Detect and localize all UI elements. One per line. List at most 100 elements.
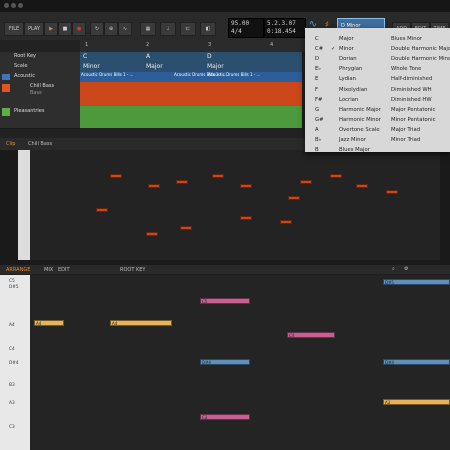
midi-note[interactable]	[240, 216, 252, 220]
chill-bass-clip[interactable]	[80, 82, 302, 106]
menu-item-mode[interactable]: Minor	[339, 46, 354, 52]
position-display[interactable]: 5.2.3.07 0:18.454	[264, 18, 306, 38]
clip-label: Acoustic Drums Bills 1 - ...	[81, 72, 134, 77]
menu-item-mode[interactable]: Overtone Scale	[339, 127, 380, 133]
menu-item-root[interactable]: F#	[315, 97, 323, 103]
root-cell: A	[146, 53, 151, 60]
track-name: Pleasantries	[14, 108, 45, 114]
file-button[interactable]: FILE	[4, 22, 24, 36]
menu-item-mode[interactable]: Minor Triad	[391, 137, 420, 143]
menu-item-mode[interactable]: Harmonic Major	[339, 107, 381, 113]
play-menu-button[interactable]: PLAY	[24, 22, 44, 36]
track-header-pleasantries[interactable]: Pleasantries	[0, 106, 80, 129]
key-label: A4	[9, 323, 15, 328]
loop-icon[interactable]: ↻	[90, 22, 104, 36]
midi-note[interactable]: A3	[383, 399, 450, 405]
menu-item-mode[interactable]: Mixolydian	[339, 87, 367, 93]
punch-icon[interactable]: ⊏	[180, 22, 196, 36]
menu-item-root[interactable]: G#	[315, 117, 324, 123]
menu-item-mode[interactable]: Minor Pentatonic	[391, 117, 436, 123]
menu-item-root[interactable]: C	[315, 36, 319, 42]
mini-keyboard[interactable]	[18, 150, 30, 260]
minimize-window-icon[interactable]	[11, 3, 16, 8]
menu-item-root[interactable]: B♭	[315, 137, 321, 143]
menu-item-mode[interactable]: Jazz Minor	[339, 137, 366, 143]
root-key-lane[interactable]: C A D	[80, 52, 302, 62]
menu-item-root[interactable]: D	[315, 56, 319, 62]
midi-note[interactable]	[356, 184, 368, 188]
tab-edit[interactable]: EDIT	[58, 267, 70, 273]
root-cell: C	[83, 53, 88, 60]
menu-item-mode[interactable]: Diminished HW	[391, 97, 432, 103]
menu-item-root[interactable]: F	[315, 87, 318, 93]
scale-lane[interactable]: Minor Major Major	[80, 62, 302, 72]
midi-note[interactable]: D#5	[383, 279, 450, 285]
piano-roll-grid[interactable]	[30, 150, 440, 260]
menu-item-mode[interactable]: Lydian	[339, 76, 356, 82]
menu-item-root[interactable]: C#	[315, 46, 323, 52]
midi-note[interactable]	[212, 174, 224, 178]
tab-arrange[interactable]: ARRANGE	[6, 267, 30, 273]
midi-note[interactable]	[330, 174, 342, 178]
midi-note[interactable]: C3	[200, 414, 250, 420]
overdub-icon[interactable]: ⊕	[104, 22, 118, 36]
midi-note[interactable]	[300, 180, 312, 184]
automation-icon[interactable]: ∿	[118, 22, 132, 36]
menu-item-root[interactable]: A	[315, 127, 319, 133]
menu-item-mode[interactable]: Half-diminished	[391, 76, 432, 82]
menu-item-root[interactable]: E	[315, 76, 318, 82]
record-icon[interactable]: ●	[72, 22, 86, 36]
menu-item-root[interactable]: E♭	[315, 66, 321, 72]
menu-item-mode[interactable]: Double Harmonic Minor	[391, 56, 450, 62]
midi-note[interactable]	[280, 220, 292, 224]
menu-item-mode[interactable]: Double Harmonic Major	[391, 46, 450, 52]
midi-note[interactable]	[96, 208, 108, 212]
close-window-icon[interactable]	[4, 3, 9, 8]
midi-note[interactable]	[180, 226, 192, 230]
menu-item-mode[interactable]: Major Triad	[391, 127, 420, 133]
midi-note[interactable]	[288, 196, 300, 200]
fill-icon[interactable]: ◧	[200, 22, 216, 36]
menu-item-mode[interactable]: Blues Major	[339, 147, 370, 153]
midi-note[interactable]: C4	[287, 332, 335, 338]
menu-item-mode[interactable]: Locrian	[339, 97, 358, 103]
midi-note[interactable]: A4	[110, 320, 172, 326]
menu-item-mode[interactable]: Phrygian	[339, 66, 362, 72]
menu-item-root[interactable]: B	[315, 147, 319, 153]
pleasantries-clip[interactable]	[80, 106, 302, 128]
acoustic-clip[interactable]: Acoustic Drums Bills 1 - ... Acoustic Dr…	[80, 72, 302, 82]
root-cell: D	[207, 53, 212, 60]
editor-tab[interactable]: Clip	[6, 141, 15, 147]
stop-icon[interactable]: ■	[58, 22, 72, 36]
maximize-window-icon[interactable]	[18, 3, 23, 8]
midi-note[interactable]: D#4	[200, 359, 250, 365]
midi-note[interactable]	[176, 180, 188, 184]
track-header-chill-bass[interactable]: Chill Bass Bass	[0, 82, 80, 107]
menu-item-mode[interactable]: Major Pentatonic	[391, 107, 435, 113]
menu-item-mode[interactable]: Major	[339, 36, 354, 42]
metronome-icon[interactable]: ♩	[160, 22, 176, 36]
menu-item-mode[interactable]: Diminished WH	[391, 87, 432, 93]
midi-note[interactable]	[148, 184, 160, 188]
menu-item-root[interactable]: G	[315, 107, 319, 113]
grid-icon[interactable]: ▦	[140, 22, 156, 36]
keys-icon	[2, 108, 10, 116]
midi-note[interactable]: D#4	[383, 359, 450, 365]
menu-item-mode[interactable]: Harmonic Minor	[339, 117, 381, 123]
midi-note[interactable]: C5	[200, 298, 250, 304]
midi-note[interactable]	[146, 232, 158, 236]
synth-icon	[2, 84, 10, 92]
settings-icon[interactable]: ⚙	[404, 266, 408, 272]
play-icon[interactable]: ▶	[44, 22, 58, 36]
midi-note[interactable]	[240, 184, 252, 188]
menu-item-mode[interactable]: Dorian	[339, 56, 357, 62]
tempo-display[interactable]: 95.00 4/4	[228, 18, 264, 38]
checkmark-icon: ✓	[331, 46, 336, 53]
midi-note[interactable]: A4	[34, 320, 64, 326]
midi-note[interactable]	[110, 174, 122, 178]
menu-item-mode[interactable]: Blues Minor	[391, 36, 422, 42]
search-icon[interactable]: ⌕	[392, 266, 395, 272]
menu-item-mode[interactable]: Whole Tone	[391, 66, 421, 72]
tab-mix[interactable]: MIX	[44, 267, 53, 273]
midi-note[interactable]	[386, 190, 398, 194]
